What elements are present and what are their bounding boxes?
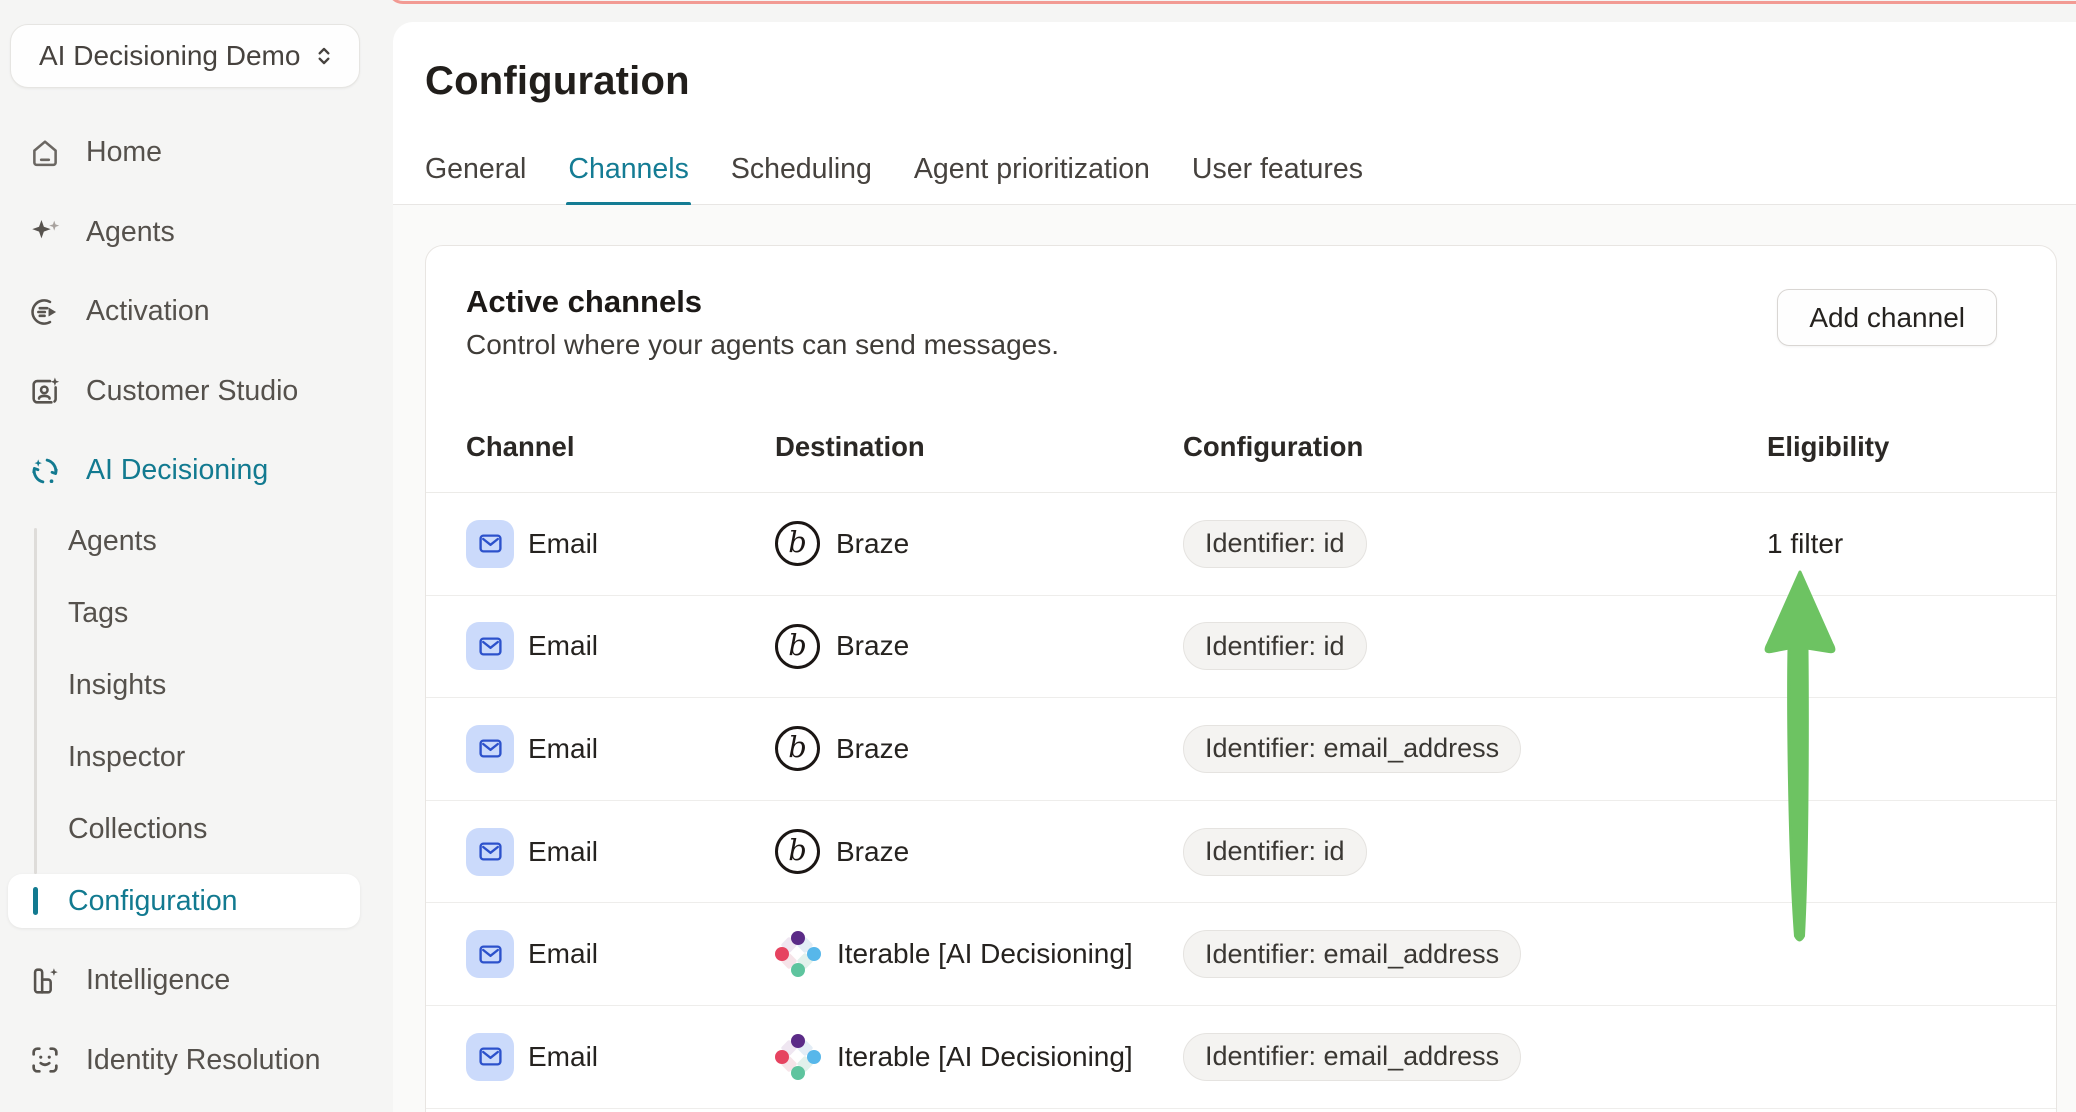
add-channel-button[interactable]: Add channel <box>1777 289 1997 346</box>
ai-decisioning-submenu: Agents Tags Insights Inspector Collectio… <box>0 505 393 865</box>
sidebar-item-identity-resolution[interactable]: Identity Resolution <box>0 1021 393 1101</box>
table-row[interactable]: Email b Braze Identifier: id <box>426 596 2056 699</box>
page-title: Configuration <box>425 59 690 104</box>
sidebar-item-label: Home <box>86 136 162 169</box>
email-icon <box>466 622 514 670</box>
ai-decisioning-icon <box>26 452 64 490</box>
email-icon <box>466 930 514 978</box>
sidebar-item-label: AI Decisioning <box>86 454 268 487</box>
sidebar-item-label: Activation <box>86 295 210 328</box>
column-header-channel: Channel <box>466 431 775 463</box>
app-root: AI Decisioning Demo - ... Home <box>0 0 2076 1112</box>
sidebar-item-label: Customer Studio <box>86 375 298 408</box>
intelligence-icon <box>26 962 64 1000</box>
tab-user-features[interactable]: User features <box>1192 135 1363 204</box>
active-channels-card: Active channels Control where your agent… <box>425 245 2057 1112</box>
sidebar-subitem-collections[interactable]: Collections <box>0 793 393 865</box>
email-icon <box>466 520 514 568</box>
email-icon <box>466 725 514 773</box>
annotation-highlight-box <box>387 0 2076 4</box>
config-pill: Identifier: id <box>1183 828 1367 876</box>
sidebar-subitem-tags[interactable]: Tags <box>0 577 393 649</box>
braze-icon: b <box>775 829 820 874</box>
chevron-updown-icon <box>311 43 337 69</box>
email-icon <box>466 1033 514 1081</box>
config-pill: Identifier: id <box>1183 520 1367 568</box>
sidebar-item-home[interactable]: Home <box>0 113 393 193</box>
email-icon <box>466 828 514 876</box>
content-area: Active channels Control where your agent… <box>393 205 2076 1112</box>
active-indicator <box>33 887 38 915</box>
sidebar-subitem-inspector[interactable]: Inspector <box>0 721 393 793</box>
table-row[interactable]: Email Iterable [AI Decisioning] Identifi… <box>426 903 2056 1006</box>
braze-icon: b <box>775 726 820 771</box>
tab-general[interactable]: General <box>425 135 526 204</box>
table-header: Channel Destination Configuration Eligib… <box>426 401 2056 493</box>
sidebar-subitem-insights[interactable]: Insights <box>0 649 393 721</box>
sidebar-nav: Home Agents <box>0 113 393 511</box>
sidebar-item-ai-decisioning[interactable]: AI Decisioning <box>0 431 393 511</box>
tab-scheduling[interactable]: Scheduling <box>731 135 872 204</box>
sidebar-item-label: Agents <box>86 216 175 249</box>
card-header: Active channels Control where your agent… <box>426 246 2056 401</box>
config-pill: Identifier: email_address <box>1183 1033 1521 1081</box>
workspace-selector[interactable]: AI Decisioning Demo - ... <box>10 24 360 88</box>
braze-icon: b <box>775 521 820 566</box>
tab-channels[interactable]: Channels <box>568 135 688 204</box>
sidebar-nav-bottom: Intelligence Identity Resolution <box>0 941 393 1100</box>
sidebar-item-agents[interactable]: Agents <box>0 193 393 273</box>
sidebar-item-label: Intelligence <box>86 964 230 997</box>
sidebar-subitem-configuration[interactable]: Configuration <box>8 874 360 928</box>
customer-studio-icon <box>26 372 64 410</box>
home-icon <box>26 134 64 172</box>
table-row[interactable]: Email b Braze Identifier: id 1 filter <box>426 493 2056 596</box>
sidebar-item-intelligence[interactable]: Intelligence <box>0 941 393 1021</box>
tab-bar: General Channels Scheduling Agent priori… <box>393 135 2076 205</box>
config-pill: Identifier: id <box>1183 622 1367 670</box>
table-row[interactable]: Email b Braze Identifier: email_address <box>426 698 2056 801</box>
identity-resolution-icon <box>26 1041 64 1079</box>
workspace-name: AI Decisioning Demo - ... <box>39 40 301 72</box>
iterable-icon <box>775 1034 821 1080</box>
column-header-destination: Destination <box>775 431 1183 463</box>
config-pill: Identifier: email_address <box>1183 930 1521 978</box>
column-header-configuration: Configuration <box>1183 431 1767 463</box>
tab-agent-prioritization[interactable]: Agent prioritization <box>914 135 1150 204</box>
braze-icon: b <box>775 624 820 669</box>
sparkle-icon <box>26 213 64 251</box>
activation-icon <box>26 293 64 331</box>
main-panel: Configuration General Channels Schedulin… <box>393 22 2076 1112</box>
iterable-icon <box>775 931 821 977</box>
config-pill: Identifier: email_address <box>1183 725 1521 773</box>
table-row[interactable]: Email b Braze Identifier: id <box>426 801 2056 904</box>
table-row[interactable]: Email Iterable [AI Decisioning] Identifi… <box>426 1006 2056 1109</box>
column-header-eligibility: Eligibility <box>1767 431 2016 463</box>
sidebar-item-activation[interactable]: Activation <box>0 272 393 352</box>
eligibility-value: 1 filter <box>1767 528 1843 560</box>
sidebar: AI Decisioning Demo - ... Home <box>0 0 393 1112</box>
sidebar-item-label: Identity Resolution <box>86 1044 320 1077</box>
sidebar-subitem-agents[interactable]: Agents <box>0 505 393 577</box>
sidebar-item-customer-studio[interactable]: Customer Studio <box>0 352 393 432</box>
